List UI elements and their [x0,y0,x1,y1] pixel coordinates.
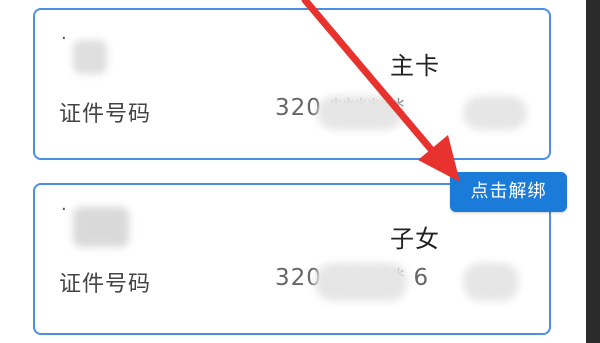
card-role-label: 子女 [390,225,440,253]
id-redaction-left [315,263,407,301]
id-redaction-left [317,96,403,130]
id-redaction-right [463,263,519,301]
unbind-button[interactable]: 点击解绑 [450,172,567,212]
id-redaction-right [463,96,527,130]
name-redaction [73,40,107,74]
account-card-primary[interactable]: · 主卡 证件号码 320 ****** [33,8,551,160]
id-number-label: 证件号码 [59,102,152,127]
name-prefix-mark: · [61,28,67,49]
screen-edge [586,0,600,343]
card-role-label: 主卡 [390,52,440,80]
name-prefix-mark: · [61,199,67,220]
id-number-label: 证件号码 [59,272,152,297]
app-screen: · 主卡 证件号码 320 ****** · 子女 证件号码 320 *****… [0,0,600,343]
name-redaction [73,207,129,247]
